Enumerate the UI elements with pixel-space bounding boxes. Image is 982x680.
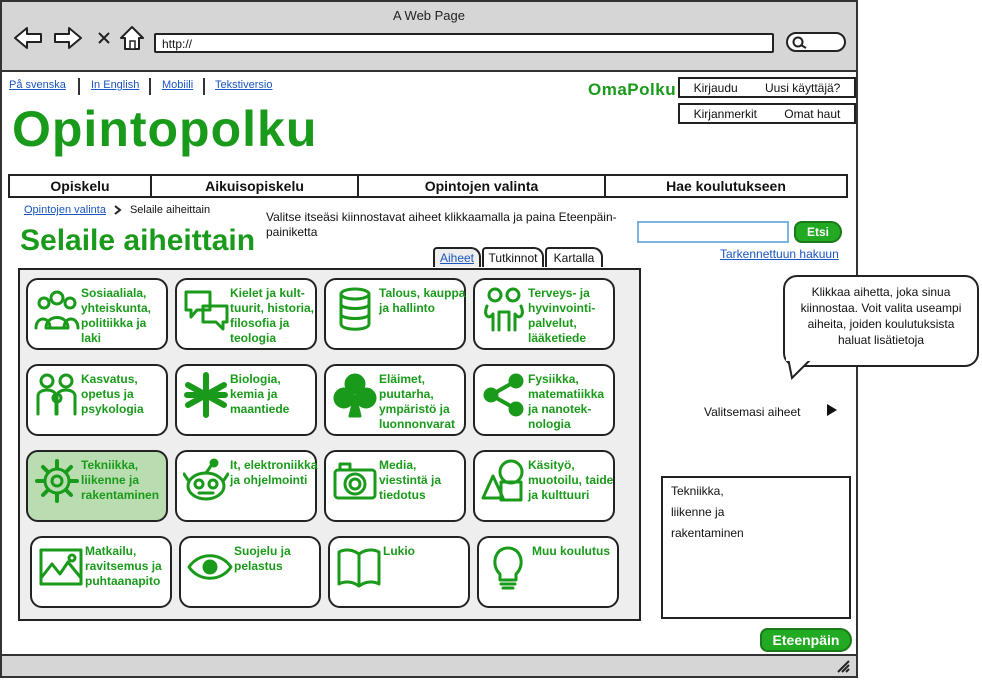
speech-bubbles-icon xyxy=(183,286,229,332)
selected-topics-label: Valitsemasi aiheet xyxy=(704,405,801,419)
selected-topic-line: Tekniikka, xyxy=(671,484,724,498)
browser-search-field[interactable] xyxy=(786,32,846,52)
topic-label: Tekniikka, liikenne ja rakentaminen xyxy=(81,458,160,502)
topic-label: Fysiikka, matematiikka ja nanotek-nologi… xyxy=(528,372,605,431)
forward-arrow-icon[interactable] xyxy=(52,22,84,54)
topic-label: Suojelu ja pelastus xyxy=(234,544,291,573)
topic-tile[interactable]: Matkailu, ravitsemus ja puhtaanapito xyxy=(30,536,172,608)
breadcrumb-item-opintojen-valinta[interactable]: Opintojen valinta xyxy=(24,204,106,216)
topic-label: Terveys- ja hyvinvointi-palvelut, lääket… xyxy=(528,286,596,345)
topic-tile[interactable]: Terveys- ja hyvinvointi-palvelut, lääket… xyxy=(473,278,615,350)
main-navigation: Opiskelu Aikuisopiskelu Opintojen valint… xyxy=(8,174,848,198)
nav-tab-aikuisopiskelu[interactable]: Aikuisopiskelu xyxy=(152,176,359,196)
url-bar[interactable]: http:// xyxy=(154,33,774,53)
topic-label: Talous, kauppa ja hallinto xyxy=(379,286,466,315)
topic-label: Eläimet, puutarha, ympäristö ja luonnonv… xyxy=(379,372,456,431)
camera-icon xyxy=(332,458,378,504)
club-icon xyxy=(332,372,378,418)
topic-tile[interactable]: Fysiikka, matematiikka ja nanotek-nologi… xyxy=(473,364,615,436)
nav-tab-opiskelu[interactable]: Opiskelu xyxy=(10,176,152,196)
omapolku-brand[interactable]: OmaPolku xyxy=(588,80,676,100)
user-tools-bar: Kirjanmerkit Omat haut xyxy=(678,103,856,124)
landscape-image-icon xyxy=(38,544,84,590)
topic-tile[interactable]: Media, viestintä ja tiedotus xyxy=(324,450,466,522)
help-bubble: Klikkaa aihetta, joka sinua kiinnostaa. … xyxy=(783,275,979,367)
link-tekstiversio[interactable]: Tekstiversio xyxy=(215,79,272,91)
link-separator xyxy=(149,78,151,95)
browser-chrome: A Web Page http:// xyxy=(2,2,856,72)
people-hugging-icon xyxy=(481,286,527,332)
open-book-icon xyxy=(336,544,382,590)
topic-label: It, elektroniikka ja ohjelmointi xyxy=(230,458,318,487)
nav-tab-hae-koulutukseen[interactable]: Hae koulutukseen xyxy=(606,176,846,196)
breadcrumb-item-current: Selaile aiheittain xyxy=(129,204,211,216)
browser-statusbar xyxy=(2,654,856,676)
instructions-text: Valitse itseäsi kiinnostavat aiheet klik… xyxy=(266,210,617,239)
topic-tile[interactable]: It, elektroniikka ja ohjelmointi xyxy=(175,450,317,522)
window-title: A Web Page xyxy=(392,8,466,23)
topic-tile[interactable]: Eläimet, puutarha, ympäristö ja luonnonv… xyxy=(324,364,466,436)
topic-label: Media, viestintä ja tiedotus xyxy=(379,458,442,502)
topic-label: Lukio xyxy=(383,544,415,558)
nav-tab-opintojen-valinta[interactable]: Opintojen valinta xyxy=(359,176,606,196)
back-arrow-icon[interactable] xyxy=(12,22,44,54)
topic-label: Matkailu, ravitsemus ja puhtaanapito xyxy=(85,544,162,588)
topic-tile[interactable]: Kielet ja kult-tuurit, historia, filosof… xyxy=(175,278,317,350)
topic-label: Käsityö, muotoilu, taide ja kulttuuri xyxy=(528,458,614,502)
link-svenska[interactable]: På svenska xyxy=(9,79,66,91)
auth-bar: Kirjaudu Uusi käyttäjä? xyxy=(678,77,856,98)
site-logo[interactable]: Opintopolku xyxy=(12,100,317,158)
gear-icon xyxy=(34,458,80,504)
link-separator xyxy=(203,78,205,95)
search-button[interactable]: Etsi xyxy=(794,221,842,243)
selected-topic-line: liikenne ja xyxy=(671,505,725,519)
tab-aiheet[interactable]: Aiheet xyxy=(433,247,481,267)
topic-label: Biologia, kemia ja maantiede xyxy=(230,372,290,416)
asterisk-icon xyxy=(183,372,229,418)
chevron-right-icon xyxy=(114,205,122,215)
robot-icon xyxy=(182,458,230,504)
home-icon[interactable] xyxy=(116,22,148,54)
login-link[interactable]: Kirjaudu xyxy=(694,81,738,95)
lightbulb-icon xyxy=(485,544,531,590)
tab-kartalla[interactable]: Kartalla xyxy=(545,247,603,267)
page-title: Selaile aiheittain xyxy=(20,224,256,257)
topic-tile[interactable]: Käsityö, muotoilu, taide ja kulttuuri xyxy=(473,450,615,522)
my-searches-link[interactable]: Omat haut xyxy=(784,107,840,121)
magnifier-icon xyxy=(792,36,807,49)
search-input[interactable] xyxy=(637,221,789,243)
topic-label: Kielet ja kult-tuurit, historia, filosof… xyxy=(230,286,314,345)
link-separator xyxy=(78,78,80,95)
eye-icon xyxy=(187,544,233,590)
tab-tutkinnot[interactable]: Tutkinnot xyxy=(482,247,544,267)
people-group-icon xyxy=(34,286,80,332)
play-arrow-icon[interactable] xyxy=(826,403,838,417)
link-english[interactable]: In English xyxy=(91,79,139,91)
next-button[interactable]: Eteenpäin xyxy=(760,628,852,652)
topic-tile[interactable]: Sosiaaliala, yhteiskunta, politiikka ja … xyxy=(26,278,168,350)
topic-tile[interactable]: Tekniikka, liikenne ja rakentaminen xyxy=(26,450,168,522)
new-user-link[interactable]: Uusi käyttäjä? xyxy=(765,81,840,95)
shapes-icon xyxy=(481,458,527,504)
breadcrumb: Opintojen valinta Selaile aiheittain xyxy=(24,204,210,216)
topic-tile[interactable]: Kasvatus, opetus ja psykologia xyxy=(26,364,168,436)
topic-tile[interactable]: Muu koulutus xyxy=(477,536,619,608)
link-mobiili[interactable]: Mobiili xyxy=(162,79,193,91)
bubble-tail xyxy=(786,358,816,380)
topic-tile[interactable]: Suojelu ja pelastus xyxy=(179,536,321,608)
topic-tile[interactable]: Talous, kauppa ja hallinto xyxy=(324,278,466,350)
family-icon xyxy=(34,372,80,418)
topic-label: Sosiaaliala, yhteiskunta, politiikka ja … xyxy=(81,286,152,345)
selected-topic-line: rakentaminen xyxy=(671,526,744,540)
topic-label: Muu koulutus xyxy=(532,544,610,558)
share-nodes-icon xyxy=(481,372,527,418)
resize-grip-icon[interactable] xyxy=(836,659,850,673)
bookmarks-link[interactable]: Kirjanmerkit xyxy=(694,107,757,121)
database-icon xyxy=(332,286,378,332)
topic-label: Kasvatus, opetus ja psykologia xyxy=(81,372,144,416)
topic-tile[interactable]: Biologia, kemia ja maantiede xyxy=(175,364,317,436)
topic-tile[interactable]: Lukio xyxy=(328,536,470,608)
selected-topics-box: Tekniikka, liikenne ja rakentaminen xyxy=(661,476,851,619)
advanced-search-link[interactable]: Tarkennettuun hakuun xyxy=(720,247,839,261)
